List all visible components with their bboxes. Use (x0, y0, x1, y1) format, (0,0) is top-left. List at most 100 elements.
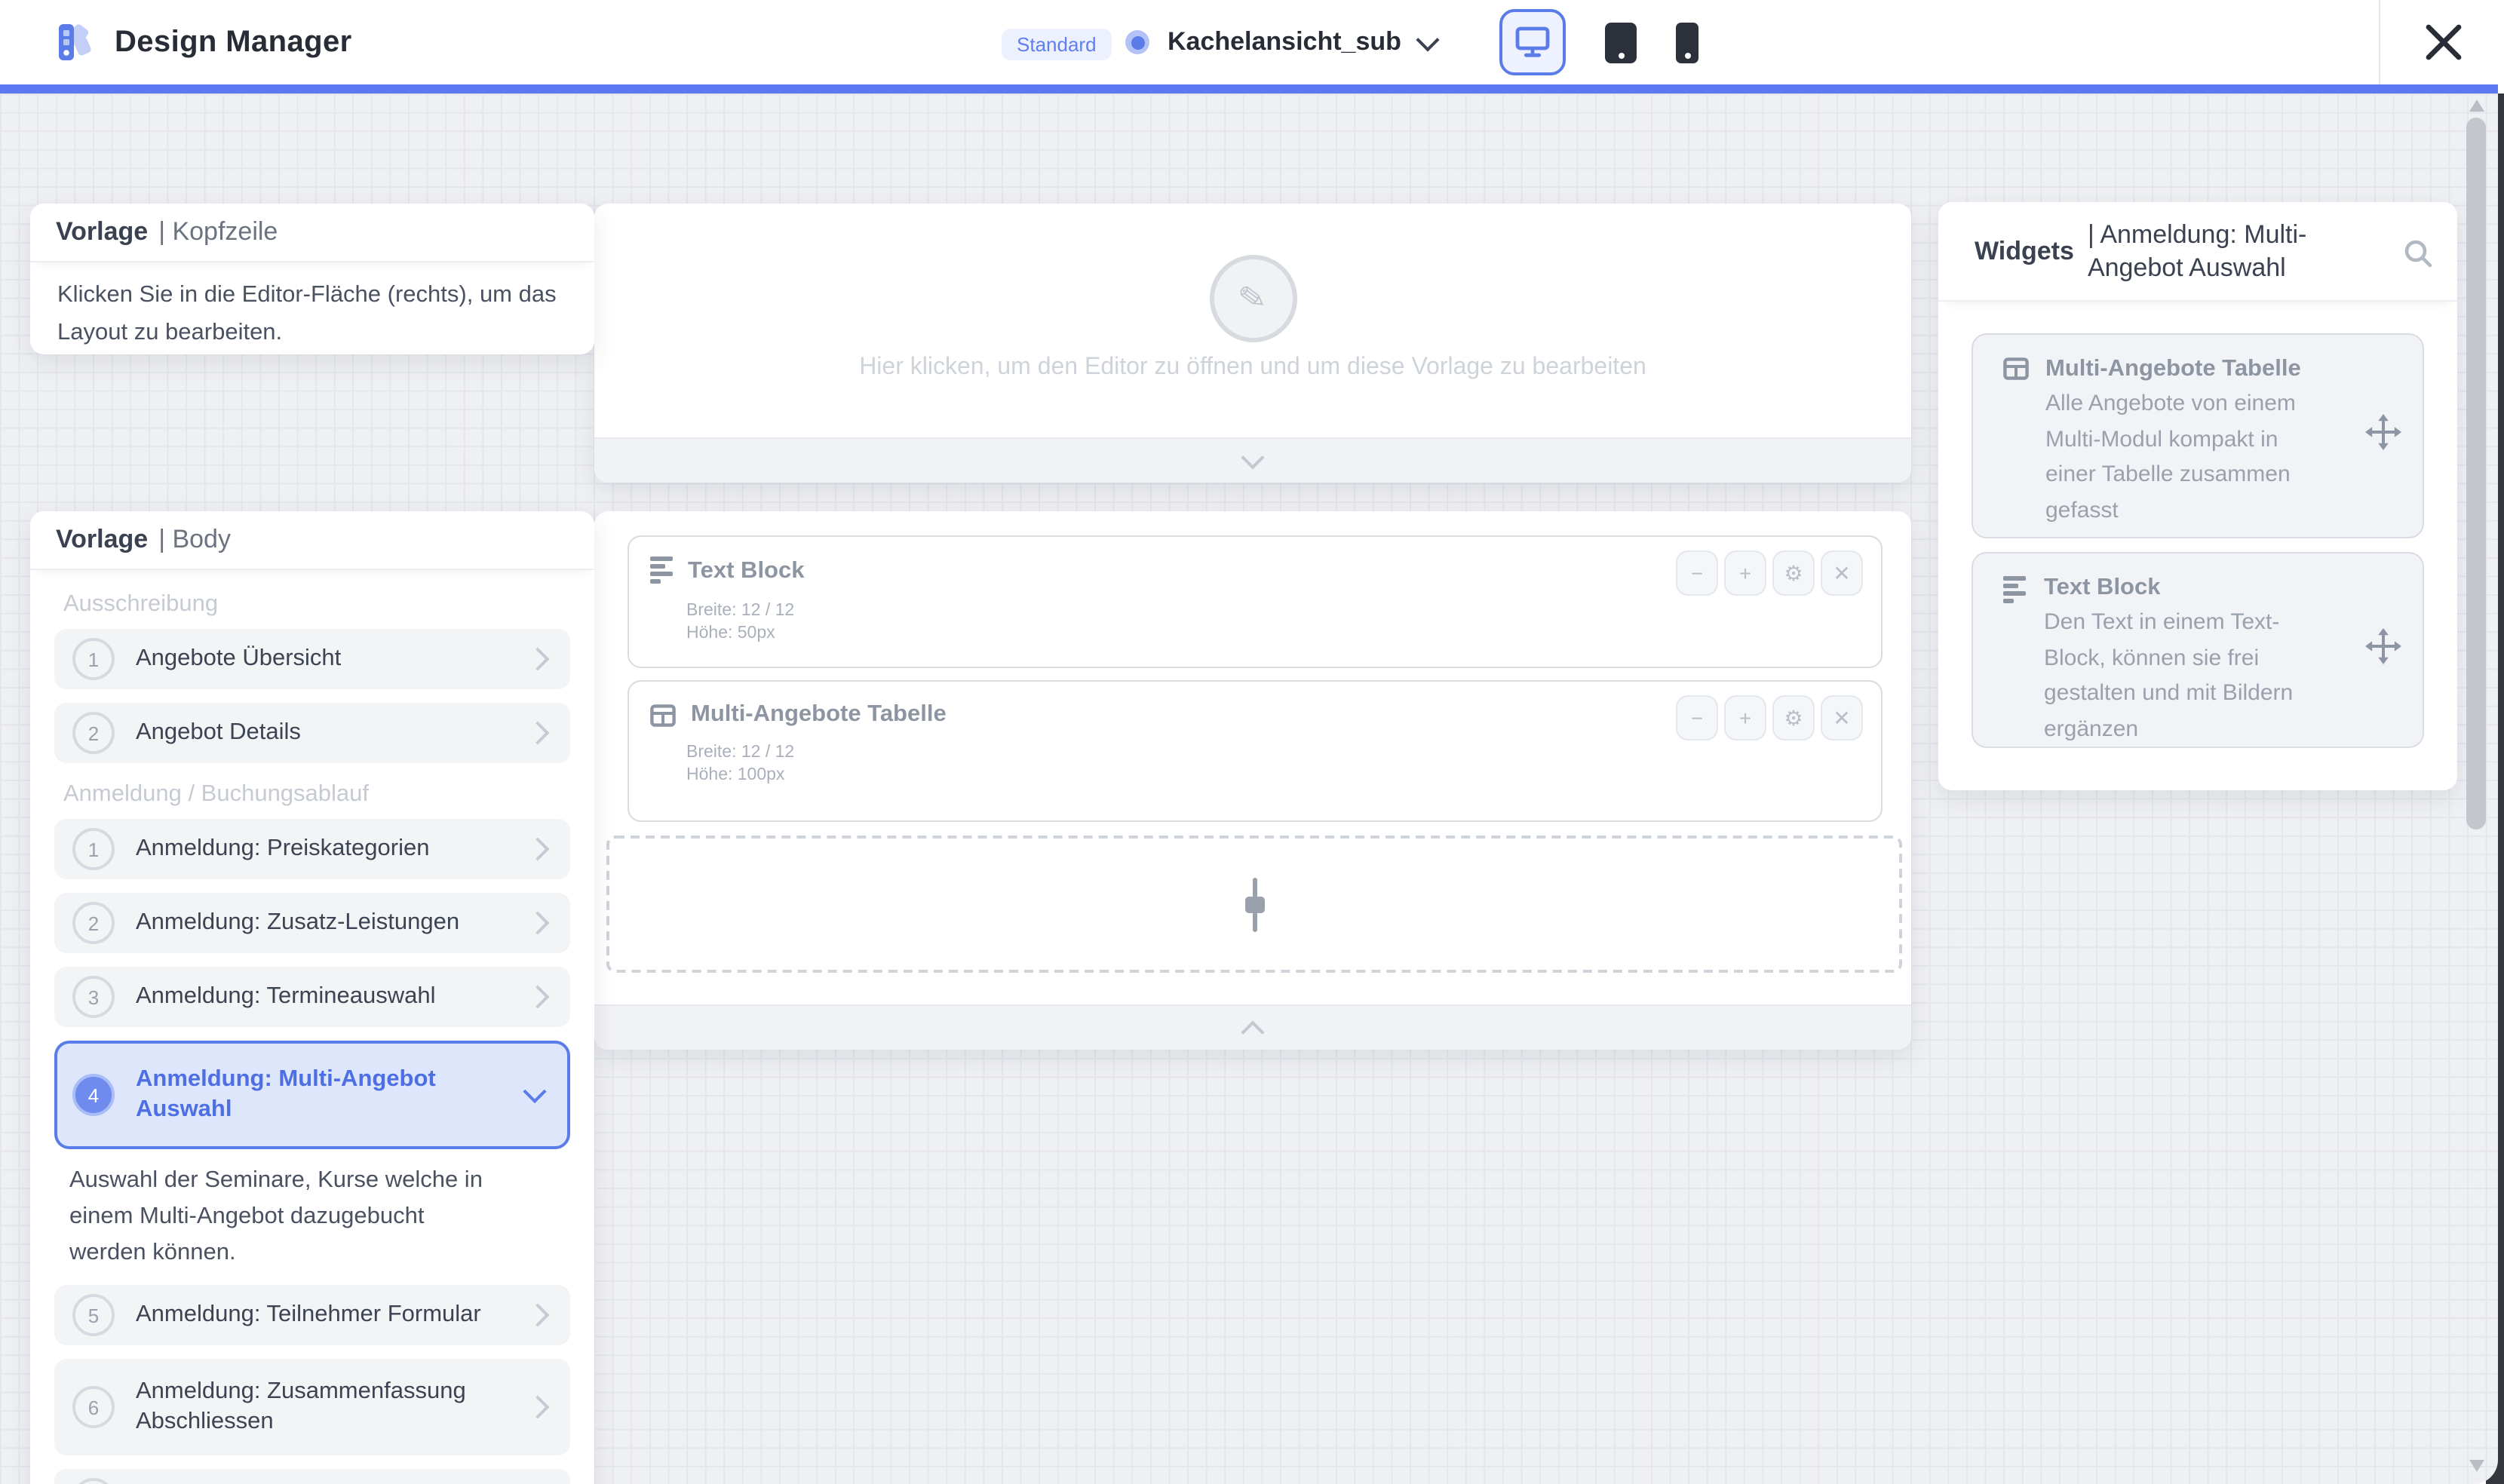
status-badge: Standard (1002, 29, 1112, 60)
sidebar-item-angebot-details[interactable]: 2 Angebot Details (54, 703, 570, 763)
step-number: 3 (72, 976, 115, 1018)
widget-title: Multi-Angebote Tabelle (2045, 353, 2301, 386)
section-label-ausschreibung: Ausschreibung (63, 591, 570, 618)
device-preview-toolbar (1499, 12, 1698, 72)
drag-handle[interactable] (2365, 628, 2401, 672)
scrollbar-up-arrow[interactable] (2469, 100, 2484, 112)
shrink-block-button[interactable]: − (1676, 550, 1718, 596)
grow-block-button[interactable]: + (1724, 550, 1766, 596)
widget-title: Text Block (2044, 572, 2293, 605)
body-panel-list: Ausschreibung 1 Angebote Übersicht 2 Ang… (30, 570, 594, 1484)
widget-card-multi-angebote-tabelle[interactable]: Multi-Angebote Tabelle Alle Angebote von… (1972, 333, 2424, 538)
sidebar-item-zusatz-leistungen[interactable]: 2 Anmeldung: Zusatz-Leistungen (54, 893, 570, 953)
collapse-body-strip[interactable] (594, 1004, 1911, 1050)
remove-block-button[interactable]: ✕ (1821, 550, 1863, 596)
step-number: 6 (72, 1386, 115, 1428)
block-settings-button[interactable]: ⚙ (1772, 695, 1815, 740)
text-lines-icon (650, 556, 673, 587)
open-editor-area[interactable]: ✎ Hier klicken, um den Editor zu öffnen … (594, 204, 1911, 439)
header-accent-line (0, 84, 2498, 94)
chevron-down-icon (1416, 27, 1439, 51)
panel-title-secondary: | Kopfzeile (158, 217, 278, 247)
widget-description: Den Text in einem Text- Block, können si… (2044, 605, 2293, 747)
move-icon (2365, 414, 2401, 450)
chevron-right-icon (526, 985, 549, 1008)
sidebar-item-payment-seite[interactable]: 7 Payment Seite (54, 1469, 570, 1484)
sidebar-item-multi-angebot-auswahl[interactable]: 4 Anmeldung: Multi-Angebot Auswahl (54, 1041, 570, 1149)
kopfzeile-hint-text: Klicken Sie in die Editor-Fläche (rechts… (30, 262, 594, 351)
panel-title-primary: Vorlage (56, 217, 148, 247)
header-template-editor-card: ✎ Hier klicken, um den Editor zu öffnen … (594, 204, 1911, 483)
sidebar-item-termineauswahl[interactable]: 3 Anmeldung: Termineauswahl (54, 967, 570, 1027)
chevron-up-icon (1241, 1019, 1264, 1043)
design-manager-window: Design Manager Standard Kachelansicht_su… (0, 0, 2504, 1484)
close-button[interactable] (2417, 20, 2471, 65)
monitor-icon (1514, 26, 1551, 59)
canvas-block-text-block[interactable]: Text Block Breite: 12 / 12 Höhe: 50px − … (628, 535, 1883, 668)
block-height-value: Höhe: 100px (686, 765, 1881, 787)
template-active-dot-icon (1125, 30, 1149, 54)
canvas-block-multi-angebote-tabelle[interactable]: Multi-Angebote Tabelle Breite: 12 / 12 H… (628, 680, 1883, 822)
plus-icon (1227, 877, 1281, 931)
sidebar-item-preiskategorien[interactable]: 1 Anmeldung: Preiskategorien (54, 819, 570, 879)
widgets-panel-title: Widgets | Anmeldung: Multi- Angebot Ausw… (1938, 202, 2457, 302)
sidebar-item-label: Anmeldung: Multi-Angebot Auswahl (136, 1065, 436, 1125)
scrollbar-down-arrow[interactable] (2469, 1460, 2484, 1472)
sidebar-item-label: Anmeldung: Zusatz-Leistungen (136, 908, 459, 938)
body-template-canvas: Text Block Breite: 12 / 12 Höhe: 50px − … (594, 511, 1911, 1050)
step-number: 5 (72, 1294, 115, 1336)
search-button[interactable] (2403, 238, 2433, 276)
desktop-preview-button[interactable] (1499, 9, 1566, 75)
design-manager-logo-icon (54, 21, 97, 63)
panel-title-secondary: | Anmeldung: Multi- Angebot Auswahl (2088, 218, 2306, 284)
body-panel: Vorlage | Body Ausschreibung 1 Angebote … (30, 511, 594, 1484)
phone-icon (1684, 52, 1690, 58)
chevron-right-icon (526, 1395, 549, 1418)
chevron-down-icon (523, 1080, 546, 1103)
chevron-right-icon (526, 837, 549, 860)
table-icon (2003, 353, 2029, 528)
chevron-right-icon (526, 721, 549, 744)
sidebar-item-teilnehmer-formular[interactable]: 5 Anmeldung: Teilnehmer Formular (54, 1285, 570, 1345)
sidebar-item-label: Angebot Details (136, 718, 301, 748)
selected-item-description: Auswahl der Seminare, Kurse welche in ei… (69, 1163, 570, 1271)
grow-block-button[interactable]: + (1724, 695, 1766, 740)
chevron-down-icon (1241, 446, 1264, 469)
block-width-value: Breite: 12 / 12 (686, 742, 1881, 765)
add-block-dropzone[interactable] (606, 836, 1902, 973)
close-icon (2424, 23, 2463, 62)
shrink-block-button[interactable]: − (1676, 695, 1718, 740)
step-number: 1 (72, 638, 115, 680)
sidebar-item-zusammenfassung[interactable]: 6 Anmeldung: Zusammenfassung Abschliesse… (54, 1359, 570, 1455)
sidebar-item-label: Angebote Übersicht (136, 644, 341, 674)
block-controls: − + ⚙ ✕ (1676, 695, 1863, 740)
scrollbar-thumb[interactable] (2466, 118, 2486, 829)
remove-block-button[interactable]: ✕ (1821, 695, 1863, 740)
app-header: Design Manager Standard Kachelansicht_su… (0, 0, 2504, 84)
search-icon (2403, 238, 2433, 268)
tablet-preview-button[interactable] (1605, 22, 1637, 63)
step-number: 4 (72, 1074, 115, 1116)
sidebar-item-label: Anmeldung: Termineauswahl (136, 982, 436, 1012)
phone-preview-button[interactable] (1676, 22, 1698, 63)
tablet-icon (1618, 52, 1624, 58)
collapse-header-strip[interactable] (594, 437, 1911, 483)
table-icon (650, 704, 676, 726)
step-number: 1 (72, 828, 115, 870)
header-divider (2379, 0, 2380, 84)
panel-title-primary: Vorlage (56, 525, 148, 555)
text-lines-icon (2003, 572, 2027, 747)
section-label-anmeldung: Anmeldung / Buchungsablauf (63, 781, 570, 808)
block-title: Multi-Angebote Tabelle (691, 701, 947, 728)
edit-pencil-badge: ✎ (1209, 255, 1296, 342)
sidebar-item-label: Anmeldung: Preiskategorien (136, 834, 429, 864)
widget-card-text-block[interactable]: Text Block Den Text in einem Text- Block… (1972, 552, 2424, 748)
step-number: 2 (72, 902, 115, 944)
kopfzeile-panel: Vorlage | Kopfzeile Klicken Sie in die E… (30, 204, 594, 354)
template-selector[interactable]: Kachelansicht_sub (1125, 0, 1436, 84)
sidebar-item-label: Anmeldung: Zusammenfassung Abschliessen (136, 1377, 466, 1437)
block-settings-button[interactable]: ⚙ (1772, 550, 1815, 596)
move-icon (2365, 628, 2401, 664)
sidebar-item-angebote-uebersicht[interactable]: 1 Angebote Übersicht (54, 629, 570, 689)
drag-handle[interactable] (2365, 414, 2401, 458)
